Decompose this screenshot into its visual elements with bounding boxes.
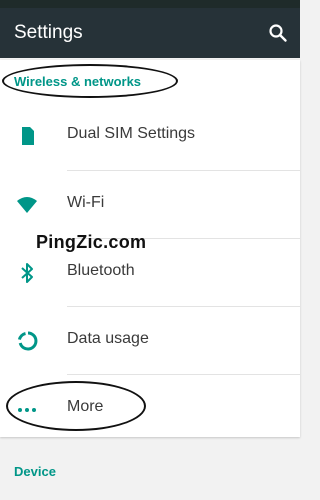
divider <box>67 374 300 375</box>
divider <box>67 306 300 307</box>
settings-item-label: Bluetooth <box>67 262 135 279</box>
section-header-device: Device <box>14 464 56 479</box>
annotation-circle <box>6 381 146 431</box>
data-usage-icon <box>17 331 38 351</box>
settings-item-label: Wi-Fi <box>67 194 105 211</box>
settings-item-dual-sim[interactable]: Dual SIM Settings <box>0 103 300 170</box>
settings-item-wifi[interactable]: Wi-Fi <box>0 172 300 239</box>
settings-item-label: Dual SIM Settings <box>67 125 196 142</box>
divider <box>67 170 300 171</box>
search-icon[interactable] <box>268 23 288 43</box>
settings-item-data-usage[interactable]: Data usage <box>0 308 300 375</box>
page-title: Settings <box>14 22 83 43</box>
wifi-icon <box>17 197 37 213</box>
watermark-text: PingZic.com <box>36 232 147 252</box>
bluetooth-icon <box>21 263 33 283</box>
app-bar: Settings <box>0 8 300 58</box>
sim-card-icon <box>22 127 34 145</box>
annotation-circle <box>2 64 178 98</box>
status-bar <box>0 0 300 8</box>
settings-item-label: Data usage <box>67 330 149 347</box>
